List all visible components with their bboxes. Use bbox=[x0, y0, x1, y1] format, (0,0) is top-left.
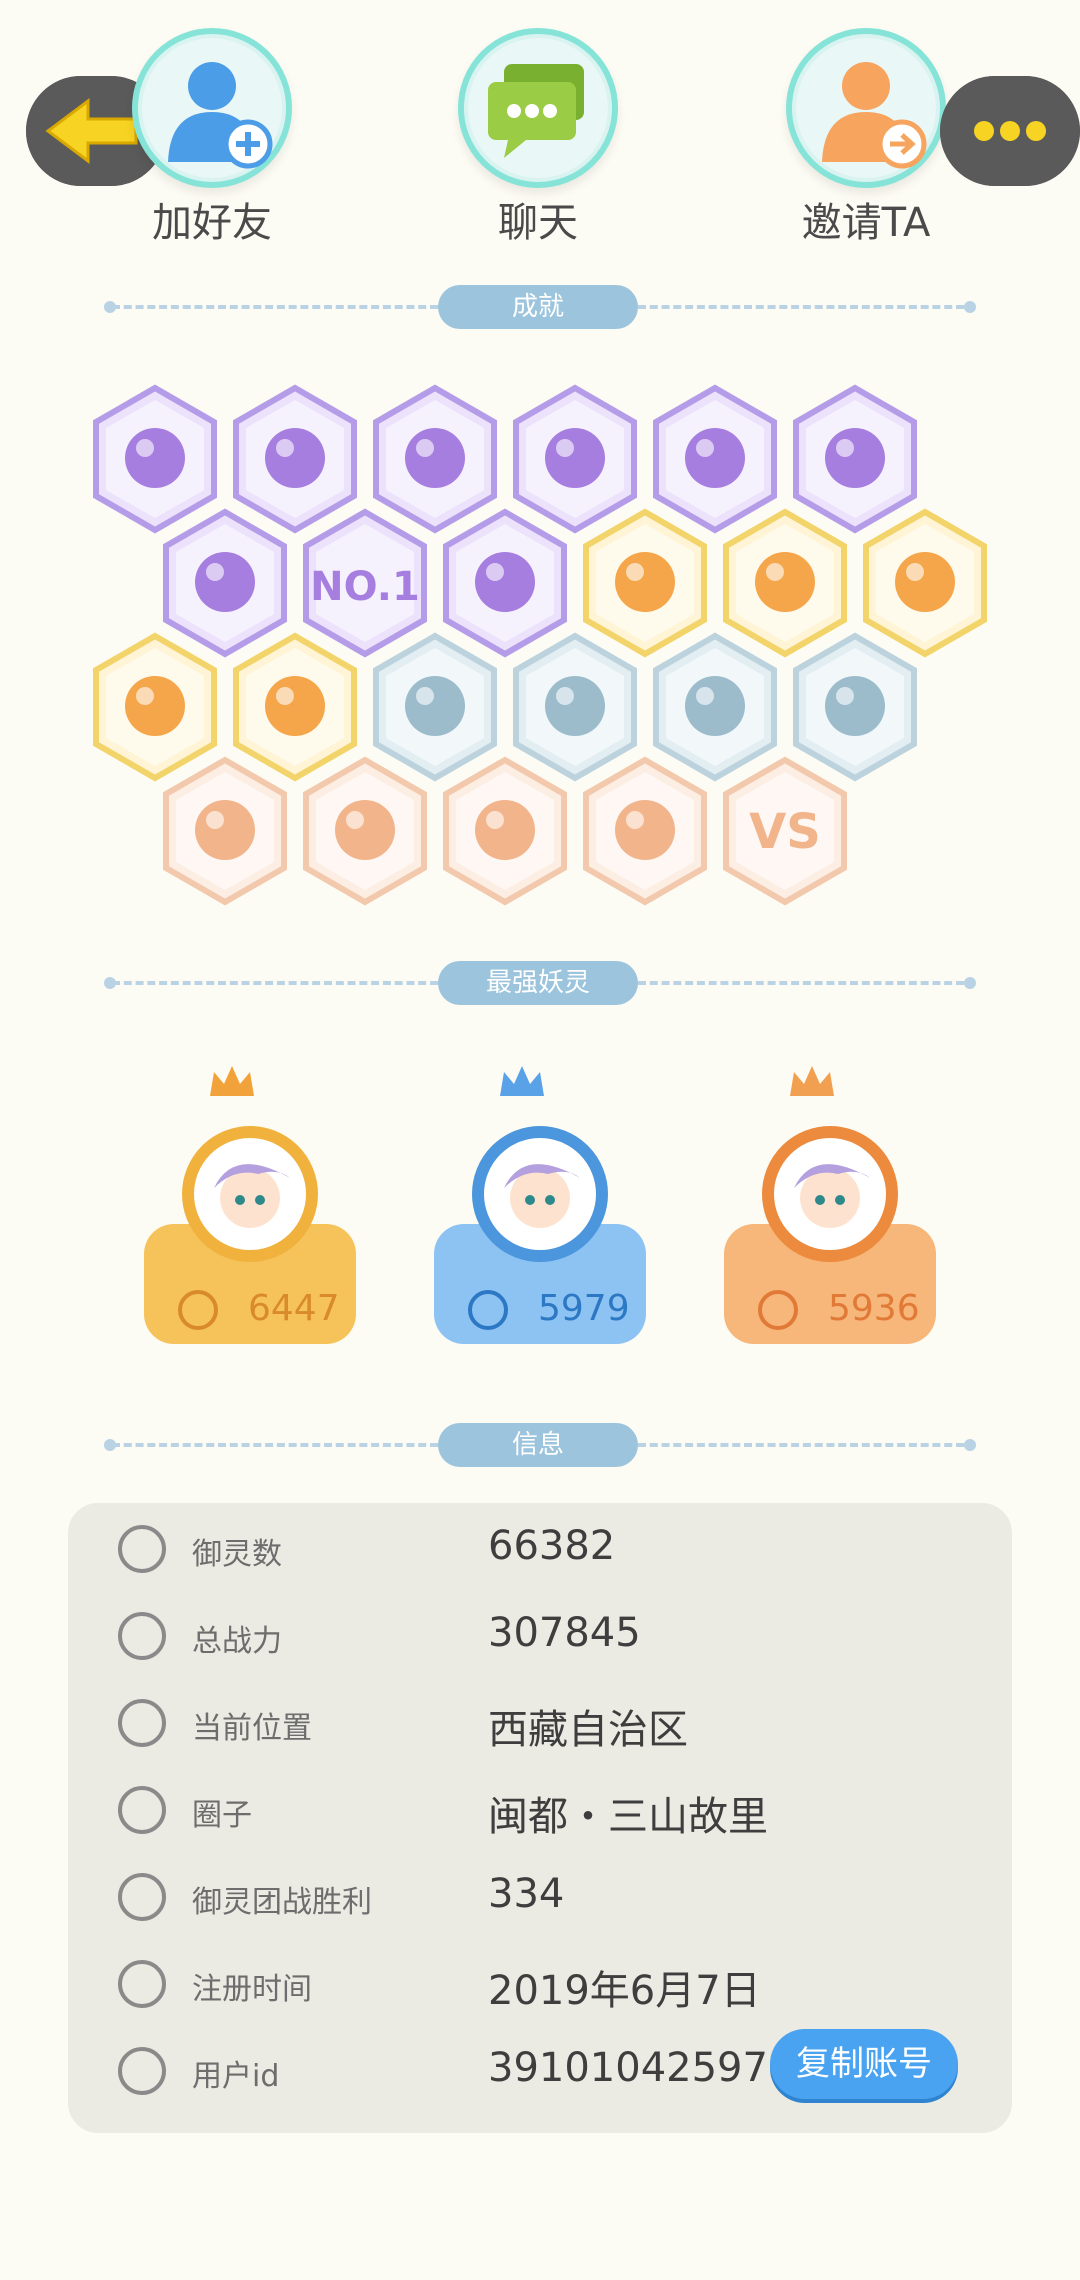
clock-icon bbox=[118, 1960, 166, 2008]
info-row-label: 注册时间 bbox=[192, 1972, 312, 2007]
info-row-label: 总战力 bbox=[192, 1624, 282, 1659]
stroller-icon bbox=[195, 800, 255, 860]
divider-line bbox=[638, 981, 964, 985]
achievements-heading: 成就 bbox=[438, 285, 638, 329]
crossed-swords-icon bbox=[825, 676, 885, 736]
spirit-count-icon bbox=[118, 1525, 166, 1573]
invite-icon bbox=[822, 62, 927, 169]
taiji-icon bbox=[125, 676, 185, 736]
info-row-label: 圈子 bbox=[192, 1798, 252, 1833]
add-friend-icon bbox=[168, 62, 273, 169]
divider-line bbox=[638, 1443, 964, 1447]
fish-icon bbox=[195, 552, 255, 612]
gem-icon bbox=[545, 428, 605, 488]
pet-icon bbox=[615, 800, 675, 860]
info-row-value: 2019年6月7日 bbox=[488, 1968, 761, 2014]
divider-dot bbox=[964, 301, 976, 313]
invite-label: 邀请TA bbox=[801, 200, 931, 246]
info-row-label: 御灵团战胜利 bbox=[192, 1885, 372, 1920]
info-row-value: 39101042597 bbox=[488, 2045, 768, 2091]
divider-dot bbox=[964, 977, 976, 989]
location-pin-icon bbox=[118, 1699, 166, 1747]
pet-badge[interactable] bbox=[580, 756, 710, 906]
crown-icon bbox=[206, 1062, 258, 1106]
copy-account-button[interactable]: 复制账号 bbox=[770, 2029, 958, 2099]
spirit-avatar bbox=[472, 1126, 608, 1262]
divider-line bbox=[112, 1443, 438, 1447]
stroller-badge[interactable] bbox=[160, 756, 290, 906]
demon-icon bbox=[405, 428, 465, 488]
crown-icon bbox=[786, 1062, 838, 1106]
info-row-label: 御灵数 bbox=[192, 1537, 282, 1572]
sun-moon-icon bbox=[615, 552, 675, 612]
sword-icon bbox=[178, 1290, 218, 1330]
id-card-icon bbox=[118, 2047, 166, 2095]
circle-group-icon bbox=[118, 1786, 166, 1834]
lollipop-icon bbox=[265, 428, 325, 488]
divider-dot bbox=[964, 1439, 976, 1451]
egg-icon bbox=[755, 552, 815, 612]
chat-label: 聊天 bbox=[498, 200, 578, 246]
spirit-avatar bbox=[762, 1126, 898, 1262]
divider-line bbox=[638, 305, 964, 309]
add-friend-button[interactable] bbox=[132, 28, 292, 188]
chat-icon bbox=[488, 64, 584, 158]
couple-icon bbox=[475, 800, 535, 860]
strongest-heading: 最强妖灵 bbox=[438, 961, 638, 1005]
divider-line bbox=[112, 981, 438, 985]
info-row-value: 334 bbox=[488, 1871, 565, 1917]
fire-spirit-icon bbox=[895, 552, 955, 612]
info-heading: 信息 bbox=[438, 1423, 638, 1467]
sword-icon bbox=[468, 1290, 508, 1330]
frozen-beast-icon bbox=[405, 676, 465, 736]
sword-icon bbox=[118, 1612, 166, 1660]
angry-bun-icon bbox=[475, 552, 535, 612]
spirit-avatar bbox=[182, 1126, 318, 1262]
add-friend-label: 加好友 bbox=[152, 200, 272, 246]
no1-badge-text: NO.1 bbox=[310, 564, 420, 610]
trophy-icon bbox=[118, 1873, 166, 1921]
more-dots-icon bbox=[940, 76, 1080, 186]
vs-badge[interactable]: VS bbox=[720, 756, 850, 906]
divider-line bbox=[112, 305, 438, 309]
spirit-power-value: 6447 bbox=[248, 1288, 340, 1329]
spirit-power-value: 5936 bbox=[828, 1288, 920, 1329]
vs-badge-text: VS bbox=[749, 804, 821, 860]
chat-button[interactable] bbox=[458, 28, 618, 188]
info-row-value: 闽都・三山故里 bbox=[488, 1794, 768, 1840]
info-row-value: 307845 bbox=[488, 1610, 641, 1656]
frozen-belt-icon bbox=[685, 676, 745, 736]
cat-spirit-icon bbox=[825, 428, 885, 488]
sword-icon bbox=[758, 1290, 798, 1330]
yin-yang-spirit-icon bbox=[685, 428, 745, 488]
info-row-label: 当前位置 bbox=[192, 1711, 312, 1746]
couple-badge[interactable] bbox=[440, 756, 570, 906]
book-badge[interactable] bbox=[300, 756, 430, 906]
sneaker-icon bbox=[125, 428, 185, 488]
shield-icon bbox=[265, 676, 325, 736]
info-row-value: 66382 bbox=[488, 1523, 616, 1569]
more-button[interactable] bbox=[940, 76, 1080, 186]
info-row-label: 用户id bbox=[192, 2059, 280, 2094]
info-panel: 御灵数 66382 总战力 307845 当前位置 西藏自治区 圈子 闽都・三山… bbox=[68, 1503, 1012, 2133]
invite-button[interactable] bbox=[786, 28, 946, 188]
crown-icon bbox=[496, 1062, 548, 1106]
info-row-value: 西藏自治区 bbox=[488, 1707, 688, 1753]
spirit-power-value: 5979 bbox=[538, 1288, 630, 1329]
frozen-spirit-icon bbox=[545, 676, 605, 736]
book-icon bbox=[335, 800, 395, 860]
